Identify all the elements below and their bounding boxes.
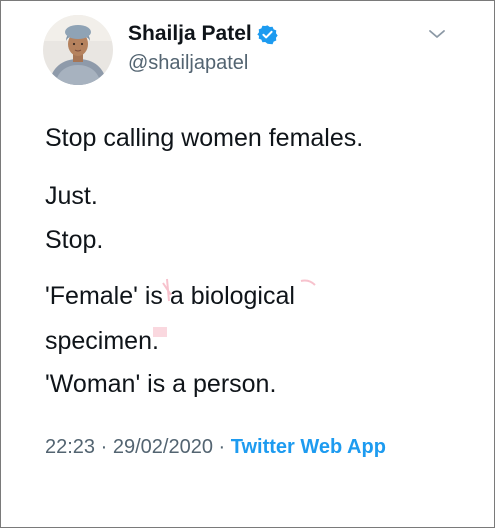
tweet-text-line: 'Female' is a biological: [45, 282, 295, 310]
display-name-row: Shailja Patel: [128, 21, 278, 47]
avatar-image: [43, 15, 113, 85]
tweet-text-line: 'Woman' is a person.: [45, 370, 277, 398]
tweet-text-line: specimen.: [45, 327, 159, 355]
tweet-card: Shailja Patel @shailjapatel Stop calling…: [0, 0, 495, 528]
tweet-text-line: Stop.: [45, 226, 104, 254]
tweet-text-line: Stop calling women females.: [45, 124, 364, 152]
author-names: Shailja Patel @shailjapatel: [128, 21, 278, 75]
chevron-down-icon[interactable]: [427, 27, 447, 41]
tweet-header: Shailja Patel @shailjapatel: [43, 15, 463, 87]
author-display-name[interactable]: Shailja Patel: [128, 22, 252, 46]
meta-separator: ·: [212, 436, 231, 458]
tweet-source-link[interactable]: Twitter Web App: [231, 436, 386, 458]
author-handle[interactable]: @shailjapatel: [128, 52, 278, 75]
tweet-text-line: Just.: [45, 182, 98, 210]
author-avatar[interactable]: [43, 15, 113, 85]
verified-badge-icon: [257, 24, 278, 45]
tweet-date[interactable]: 29/02/2020: [113, 436, 213, 458]
tweet-meta: 22:23 · 29/02/2020 · Twitter Web App: [45, 432, 425, 463]
tweet-time[interactable]: 22:23: [45, 436, 95, 458]
meta-separator: ·: [95, 436, 113, 458]
